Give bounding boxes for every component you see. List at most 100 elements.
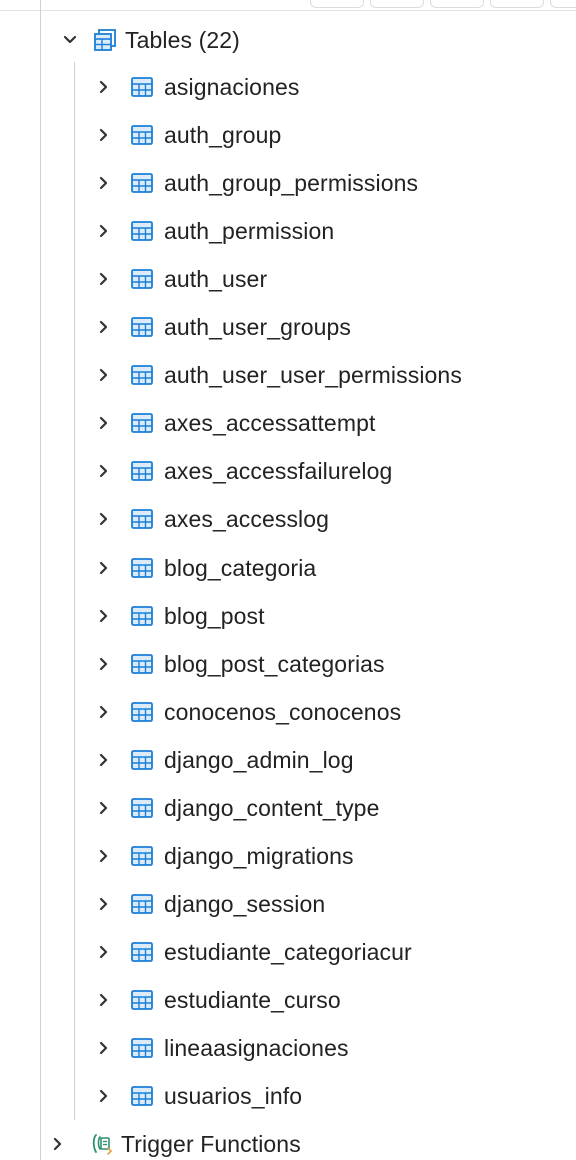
chevron-right-icon[interactable]: [90, 644, 118, 684]
table-name-label: auth_permission: [164, 217, 335, 244]
table-name-label: blog_categoria: [164, 554, 317, 581]
table-row[interactable]: estudiante_curso: [90, 980, 341, 1020]
toolbar-tab[interactable]: [550, 0, 576, 8]
table-row[interactable]: auth_group: [90, 115, 281, 155]
table-icon: [130, 892, 154, 916]
chevron-right-icon[interactable]: [90, 307, 118, 347]
table-icon: [130, 700, 154, 724]
table-name-label: asignaciones: [164, 73, 300, 100]
chevron-right-icon[interactable]: [90, 451, 118, 491]
chevron-right-icon[interactable]: [90, 355, 118, 395]
tree-guide-line: [40, 0, 41, 1160]
table-row[interactable]: usuarios_info: [90, 1076, 302, 1116]
table-row[interactable]: blog_categoria: [90, 548, 316, 588]
table-row[interactable]: django_migrations: [90, 836, 354, 876]
table-name-label: django_admin_log: [164, 746, 354, 773]
table-name-label: auth_user_user_permissions: [164, 361, 462, 388]
chevron-right-icon[interactable]: [90, 596, 118, 636]
table-icon: [130, 844, 154, 868]
table-row[interactable]: axes_accessattempt: [90, 403, 375, 443]
chevron-right-icon[interactable]: [90, 692, 118, 732]
table-icon: [130, 267, 154, 291]
toolbar-tab[interactable]: [430, 0, 484, 8]
table-icon: [130, 459, 154, 483]
table-name-label: usuarios_info: [164, 1082, 303, 1109]
table-icon: [130, 796, 154, 820]
tree-node-tables[interactable]: Tables (22): [55, 20, 240, 60]
table-icon: [130, 1084, 154, 1108]
chevron-right-icon[interactable]: [90, 259, 118, 299]
toolbar-tab[interactable]: [370, 0, 424, 8]
chevron-right-icon[interactable]: [90, 115, 118, 155]
table-icon: [130, 171, 154, 195]
table-row[interactable]: lineaasignaciones: [90, 1028, 349, 1068]
trigger-function-icon: [89, 1132, 113, 1156]
table-icon: [130, 604, 154, 628]
chevron-right-icon[interactable]: [53, 1124, 83, 1160]
table-icon: [130, 507, 154, 531]
chevron-right-icon[interactable]: [90, 884, 118, 924]
table-row[interactable]: conocenos_conocenos: [90, 692, 401, 732]
table-icon: [130, 219, 154, 243]
table-icon: [130, 411, 154, 435]
table-name-label: estudiante_curso: [164, 986, 341, 1013]
chevron-right-icon[interactable]: [90, 403, 118, 443]
chevron-right-icon[interactable]: [90, 548, 118, 588]
chevron-right-icon[interactable]: [90, 499, 118, 539]
chevron-right-icon[interactable]: [90, 163, 118, 203]
table-name-label: conocenos_conocenos: [164, 698, 402, 725]
table-name-label: auth_user_groups: [164, 313, 352, 340]
tables-folder-icon: [93, 28, 117, 52]
table-name-label: auth_user: [164, 265, 268, 292]
table-row[interactable]: asignaciones: [90, 67, 299, 107]
table-icon: [130, 363, 154, 387]
tree-node-label: Trigger Functions: [121, 1130, 301, 1157]
table-icon: [130, 123, 154, 147]
tree-node-label: Tables (22): [125, 26, 240, 53]
object-explorer-tree: Tables (22) asignaciones auth_group auth_g…: [0, 0, 576, 1160]
table-row[interactable]: django_admin_log: [90, 740, 354, 780]
toolbar-tab[interactable]: [310, 0, 364, 8]
table-name-label: blog_post_categorias: [164, 650, 385, 677]
chevron-right-icon[interactable]: [90, 932, 118, 972]
table-row[interactable]: blog_post_categorias: [90, 644, 385, 684]
table-row[interactable]: django_content_type: [90, 788, 379, 828]
table-icon: [130, 988, 154, 1012]
chevron-right-icon[interactable]: [90, 1076, 118, 1116]
table-row[interactable]: axes_accessfailurelog: [90, 451, 392, 491]
chevron-right-icon[interactable]: [90, 1028, 118, 1068]
table-row[interactable]: auth_user_groups: [90, 307, 351, 347]
table-row[interactable]: auth_user: [90, 259, 267, 299]
table-row[interactable]: auth_user_user_permissions: [90, 355, 462, 395]
table-row[interactable]: auth_permission: [90, 211, 334, 251]
table-row[interactable]: blog_post: [90, 596, 265, 636]
table-name-label: django_content_type: [164, 794, 380, 821]
table-name-label: estudiante_categoriacur: [164, 938, 412, 965]
tree-node-trigger-functions[interactable]: Trigger Functions: [53, 1124, 301, 1160]
toolbar-strip: [0, 0, 576, 11]
chevron-right-icon[interactable]: [90, 836, 118, 876]
chevron-right-icon[interactable]: [90, 788, 118, 828]
table-icon: [130, 315, 154, 339]
chevron-right-icon[interactable]: [90, 740, 118, 780]
chevron-right-icon[interactable]: [90, 211, 118, 251]
toolbar-tab[interactable]: [490, 0, 544, 8]
table-row[interactable]: django_session: [90, 884, 325, 924]
table-icon: [130, 75, 154, 99]
chevron-right-icon[interactable]: [90, 980, 118, 1020]
table-name-label: axes_accessattempt: [164, 409, 376, 436]
table-name-label: blog_post: [164, 602, 265, 629]
chevron-right-icon[interactable]: [90, 67, 118, 107]
chevron-down-icon[interactable]: [55, 20, 85, 60]
table-row[interactable]: axes_accesslog: [90, 499, 329, 539]
table-name-label: lineaasignaciones: [164, 1034, 349, 1061]
table-name-label: axes_accessfailurelog: [164, 457, 393, 484]
table-row[interactable]: auth_group_permissions: [90, 163, 418, 203]
table-row[interactable]: estudiante_categoriacur: [90, 932, 412, 972]
table-icon: [130, 652, 154, 676]
table-name-label: axes_accesslog: [164, 505, 330, 532]
table-name-label: django_migrations: [164, 842, 354, 869]
table-name-label: django_session: [164, 890, 326, 917]
table-name-label: auth_group_permissions: [164, 169, 419, 196]
table-name-label: auth_group: [164, 121, 282, 148]
